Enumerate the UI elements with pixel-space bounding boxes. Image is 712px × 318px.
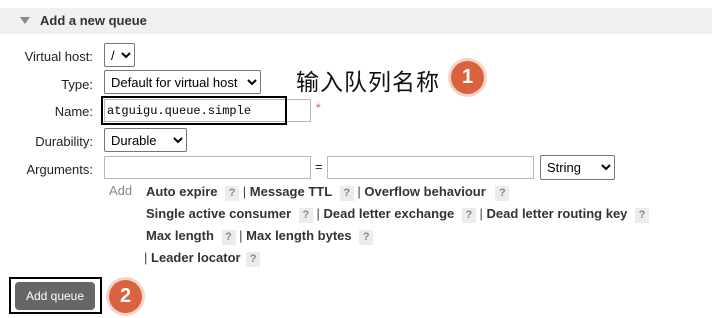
hint-max-length-bytes[interactable]: Max length bytes <box>246 228 351 243</box>
arguments-label: Arguments: <box>26 162 93 177</box>
help-icon[interactable]: ? <box>298 208 313 223</box>
add-queue-button[interactable]: Add queue <box>15 282 95 310</box>
help-icon[interactable]: ? <box>246 252 261 267</box>
step-badge-1: 1 <box>451 61 484 94</box>
help-icon[interactable]: ? <box>221 230 236 245</box>
argument-value-input[interactable] <box>327 156 534 179</box>
type-label: Type: <box>61 77 93 92</box>
hint-message-ttl[interactable]: Message TTL <box>250 184 332 199</box>
hints-row-1: Auto expire ? | Message TTL ? | Overflow… <box>146 184 510 201</box>
add-argument-label: Add <box>109 183 133 198</box>
durability-label: Durability: <box>35 134 93 149</box>
queue-type-select[interactable]: Default for virtual host <box>104 70 261 94</box>
virtual-host-select[interactable]: / <box>104 43 135 67</box>
separator: | <box>144 250 148 265</box>
help-icon[interactable]: ? <box>359 230 374 245</box>
separator: | <box>242 184 247 199</box>
hints-row-3: Max length ? | Max length bytes ? <box>146 228 374 245</box>
separator: | <box>479 206 483 221</box>
hint-max-length[interactable]: Max length <box>146 228 214 243</box>
equals-sign: = <box>315 159 323 174</box>
section-title: Add a new queue <box>40 13 147 28</box>
name-highlight-box <box>101 96 287 125</box>
durability-select[interactable]: Durable <box>104 128 187 152</box>
annotation-text: 输入队列名称 <box>296 70 440 96</box>
separator: | <box>357 184 361 199</box>
hints-row-4: | Leader locator ? <box>144 250 261 267</box>
hint-leader-locator[interactable]: Leader locator <box>151 250 241 265</box>
virtual-host-label: Virtual host: <box>24 49 93 64</box>
required-marker: * <box>316 101 321 115</box>
collapse-triangle-icon[interactable] <box>20 17 30 24</box>
separator: | <box>239 228 243 243</box>
help-icon[interactable]: ? <box>635 208 650 223</box>
hint-dead-letter-exchange[interactable]: Dead letter exchange <box>324 206 455 221</box>
hint-dead-letter-routing-key[interactable]: Dead letter routing key <box>487 206 628 221</box>
hint-single-active-consumer[interactable]: Single active consumer <box>146 206 291 221</box>
step-badge-2: 2 <box>109 280 142 313</box>
help-icon[interactable]: ? <box>461 208 476 223</box>
hint-overflow-behaviour[interactable]: Overflow behaviour <box>364 184 485 199</box>
hint-auto-expire[interactable]: Auto expire <box>146 184 218 199</box>
argument-key-input[interactable] <box>104 156 311 179</box>
argument-type-select[interactable]: String <box>540 155 615 180</box>
hints-row-2: Single active consumer ? | Dead letter e… <box>146 206 650 223</box>
help-icon[interactable]: ? <box>339 186 354 201</box>
help-icon[interactable]: ? <box>225 186 240 201</box>
separator: | <box>316 206 320 221</box>
name-label: Name: <box>54 104 93 119</box>
help-icon[interactable]: ? <box>495 186 510 201</box>
